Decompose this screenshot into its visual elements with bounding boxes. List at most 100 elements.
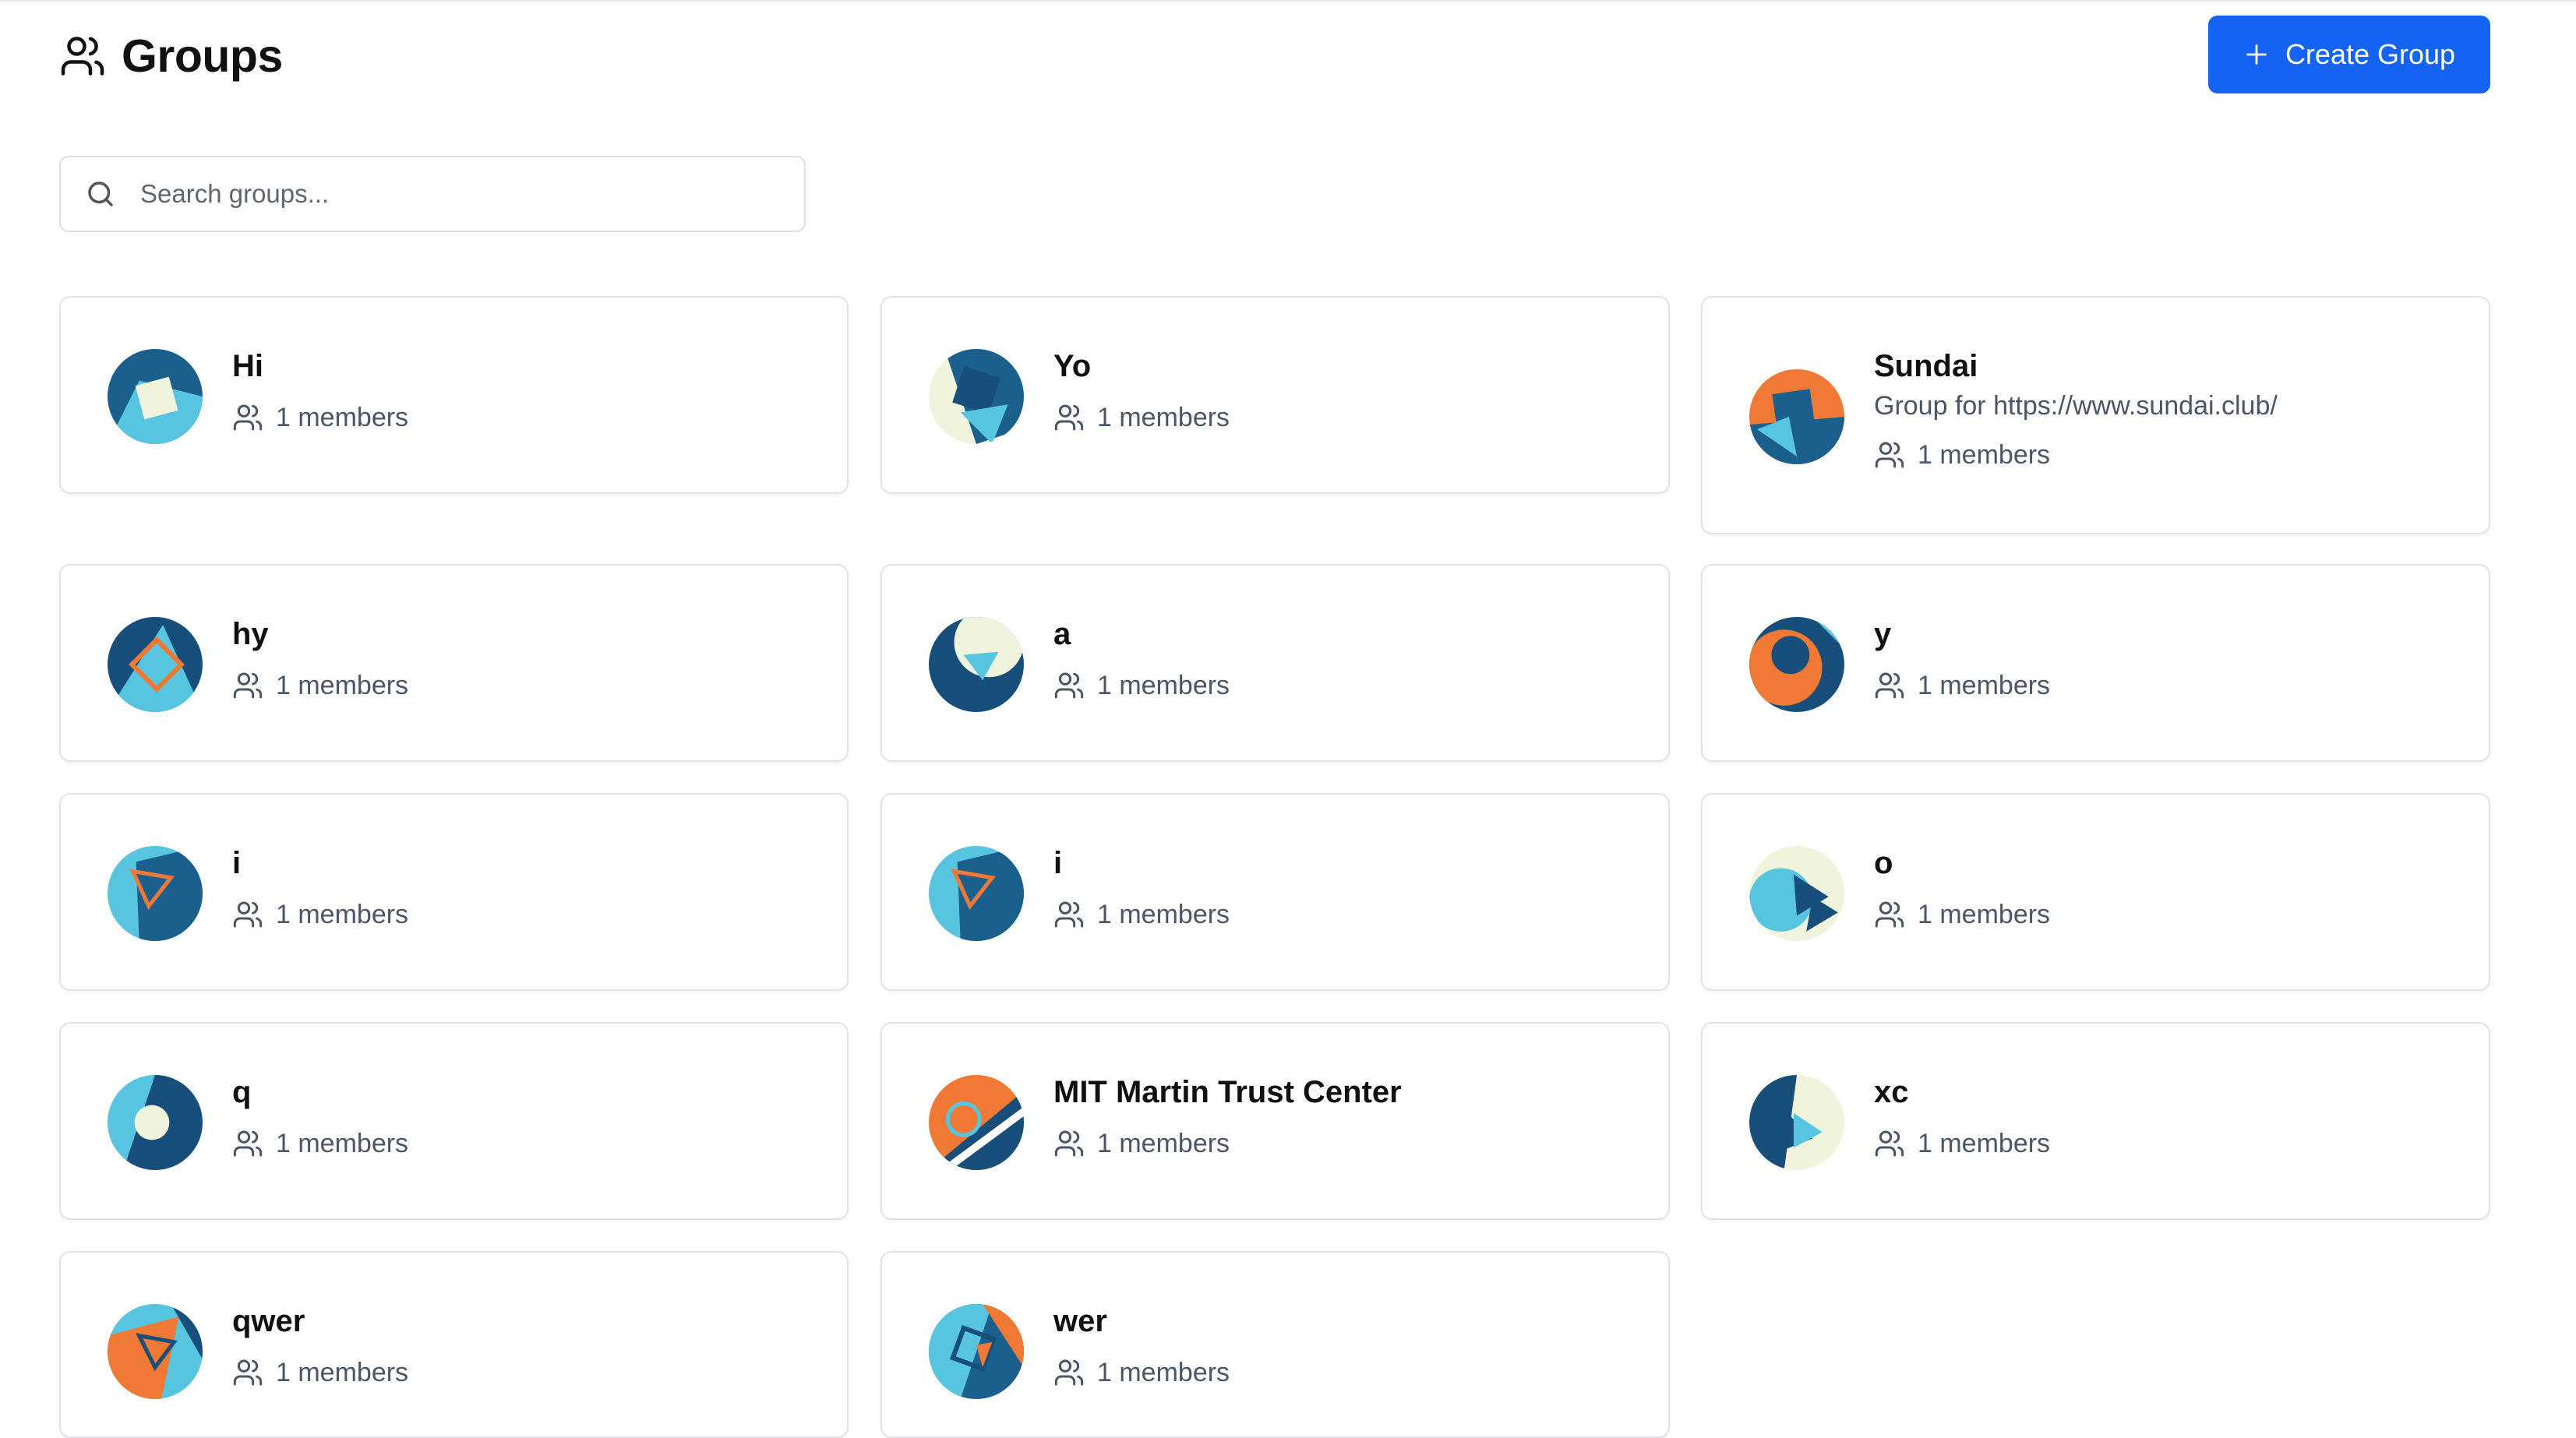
group-members: 1 members [232, 402, 408, 433]
group-card[interactable]: hy 1 members [59, 564, 849, 762]
top-divider [0, 0, 2576, 2]
group-card[interactable]: i 1 members [59, 793, 849, 991]
group-card[interactable]: Yo 1 members [880, 296, 1670, 494]
members-count: 1 members [1918, 900, 2051, 929]
group-card[interactable]: i 1 members [880, 793, 1670, 991]
group-info: y 1 members [1874, 615, 2050, 701]
search-input[interactable] [139, 178, 750, 210]
members-count: 1 members [1097, 900, 1230, 929]
group-avatar [929, 1075, 1024, 1170]
group-name: MIT Martin Trust Center [1053, 1075, 1402, 1109]
members-count: 1 members [1097, 1358, 1230, 1387]
users-icon [1054, 1130, 1084, 1157]
group-avatar [108, 349, 203, 444]
group-members: 1 members [1053, 1128, 1402, 1159]
search-icon [88, 182, 113, 206]
users-icon [1875, 672, 1904, 699]
members-count: 1 members [1918, 440, 2051, 470]
group-name: Sundai [1874, 349, 1978, 383]
users-icon [233, 672, 263, 699]
group-info: MIT Martin Trust Center 1 members [1053, 1073, 1402, 1159]
users-icon [1054, 1359, 1084, 1386]
members-count: 1 members [1097, 403, 1230, 432]
members-count: 1 members [276, 671, 409, 700]
group-info: wer 1 members [1053, 1302, 1230, 1388]
group-info: Hi 1 members [232, 347, 408, 433]
group-info: i 1 members [1053, 844, 1230, 930]
group-card[interactable]: MIT Martin Trust Center 1 members [880, 1022, 1670, 1220]
group-card[interactable]: Hi 1 members [59, 296, 849, 494]
users-icon [1875, 442, 1904, 468]
group-avatar [929, 1304, 1024, 1399]
group-members: 1 members [1874, 899, 2050, 930]
group-avatar [929, 349, 1024, 444]
group-name: q [232, 1075, 252, 1109]
group-avatar [108, 617, 203, 712]
members-count: 1 members [276, 1358, 409, 1387]
page-header: Groups [59, 30, 283, 83]
group-members: 1 members [1053, 402, 1230, 433]
group-avatar [929, 617, 1024, 712]
users-icon [1875, 901, 1904, 928]
group-card[interactable]: o 1 members [1701, 793, 2490, 991]
group-members: 1 members [232, 1357, 408, 1388]
group-avatar [1749, 846, 1844, 941]
group-card[interactable]: xc 1 members [1701, 1022, 2490, 1220]
group-members: 1 members [1053, 899, 1230, 930]
users-icon [1054, 404, 1084, 431]
group-info: i 1 members [232, 844, 408, 930]
group-avatar [108, 1075, 203, 1170]
group-description: Group for https://www.sundai.club/ [1874, 391, 2278, 421]
group-info: xc 1 members [1874, 1073, 2050, 1159]
group-name: qwer [232, 1304, 305, 1338]
search-box [59, 156, 806, 232]
group-card[interactable]: q 1 members [59, 1022, 849, 1220]
create-group-label: Create Group [2285, 38, 2456, 70]
users-icon [1875, 1130, 1904, 1157]
group-card[interactable]: qwer 1 members [59, 1251, 849, 1438]
group-card[interactable]: a 1 members [880, 564, 1670, 762]
users-icon [233, 1130, 263, 1157]
group-name: i [232, 846, 242, 880]
users-icon [233, 901, 263, 928]
group-members: 1 members [1874, 439, 2278, 471]
group-name: o [1874, 846, 1893, 880]
members-count: 1 members [1918, 671, 2051, 700]
group-info: q 1 members [232, 1073, 408, 1159]
users-icon [1054, 901, 1084, 928]
users-icon [61, 37, 104, 76]
members-count: 1 members [1097, 1129, 1230, 1158]
group-name: i [1053, 846, 1063, 880]
members-count: 1 members [276, 900, 409, 929]
group-name: wer [1053, 1304, 1107, 1338]
group-members: 1 members [232, 1128, 408, 1159]
group-members: 1 members [1874, 1128, 2050, 1159]
group-avatar [929, 846, 1024, 941]
group-members: 1 members [1053, 670, 1230, 701]
users-icon [233, 404, 263, 431]
group-info: qwer 1 members [232, 1302, 408, 1388]
group-avatar [108, 846, 203, 941]
create-group-button[interactable]: Create Group [2208, 16, 2490, 93]
page-title: Groups [122, 30, 283, 82]
members-count: 1 members [1918, 1129, 2051, 1158]
group-info: o 1 members [1874, 844, 2050, 930]
group-name: y [1874, 617, 1892, 651]
users-icon [233, 1359, 263, 1386]
group-avatar [108, 1304, 203, 1399]
plus-icon [2246, 44, 2267, 65]
group-card[interactable]: Sundai Group for https://www.sundai.club/… [1701, 296, 2490, 534]
group-name: Yo [1053, 349, 1092, 383]
group-members: 1 members [1053, 1357, 1230, 1388]
group-avatar [1749, 369, 1844, 464]
group-card[interactable]: wer 1 members [880, 1251, 1670, 1438]
group-info: hy 1 members [232, 615, 408, 701]
members-count: 1 members [276, 403, 409, 432]
group-name: a [1053, 617, 1071, 651]
group-name: Hi [232, 349, 263, 383]
group-avatar [1749, 617, 1844, 712]
group-card[interactable]: y 1 members [1701, 564, 2490, 762]
group-members: 1 members [232, 899, 408, 930]
group-members: 1 members [232, 670, 408, 701]
group-info: a 1 members [1053, 615, 1230, 701]
